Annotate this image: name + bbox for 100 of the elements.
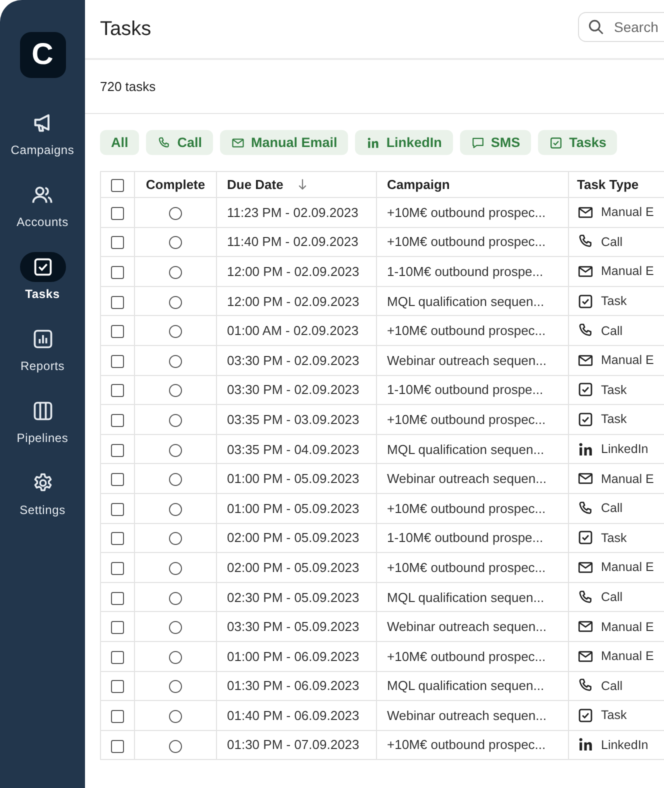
due-date-cell: 03:30 PM - 02.09.2023 [216,345,376,376]
due-date-cell: 01:40 PM - 06.09.2023 [216,700,376,730]
row-checkbox[interactable] [111,206,124,220]
row-checkbox[interactable] [111,650,124,664]
complete-radio[interactable] [169,592,182,605]
sidebar-item[interactable]: Settings [20,468,66,517]
due-date-cell: 01:30 PM - 06.09.2023 [216,671,376,701]
row-checkbox[interactable] [111,473,124,486]
complete-radio[interactable] [169,266,182,280]
complete-radio[interactable] [169,473,182,486]
row-checkbox[interactable] [111,296,124,309]
complete-radio[interactable] [169,325,182,338]
column-header[interactable]: Complete [134,172,216,198]
row-checkbox[interactable] [111,266,124,280]
due-date-cell: 01:00 PM - 05.09.2023 [216,464,376,494]
due-date-cell: 02:30 PM - 05.09.2023 [216,582,376,612]
task-type-text: Manual E [601,472,654,486]
filter-chip[interactable]: SMS [460,130,532,155]
sidebar-item[interactable]: Pipelines [16,396,68,445]
filter-chip[interactable]: Manual Email [220,130,348,155]
task-icon [577,706,594,724]
email-icon [231,136,246,150]
complete-radio[interactable] [169,354,182,368]
campaign-cell: 1-10M€ outbound prospe... [376,375,568,405]
row-checkbox[interactable] [111,621,124,634]
task-type-text: Task [601,412,627,426]
filter-chip[interactable]: All [100,130,140,155]
task-type-text: Call [601,324,623,338]
task-icon [577,381,594,398]
campaign-cell: +10M€ outbound prospec... [376,641,568,671]
row-checkbox[interactable] [111,710,124,723]
checkbox-icon [32,256,54,278]
due-date-cell: 03:35 PM - 03.09.2023 [216,404,376,434]
due-date-cell: 11:40 PM - 02.09.2023 [216,227,376,257]
filter-chip[interactable]: Call [146,130,214,155]
complete-radio[interactable] [169,740,182,753]
complete-radio[interactable] [169,414,182,427]
app-logo[interactable]: C [20,32,66,78]
task-type-text: Manual E [601,353,654,368]
row-checkbox[interactable] [111,325,124,338]
complete-radio[interactable] [169,532,182,546]
due-date-cell: 01:00 PM - 06.09.2023 [216,641,376,671]
due-date-cell: 02:00 PM - 05.09.2023 [216,552,376,582]
linkedin-icon [366,136,380,150]
task-icon [577,529,594,546]
campaign-cell: +10M€ outbound prospec... [376,493,568,524]
campaign-cell: Webinar outreach sequen... [376,700,568,730]
due-date-cell: 01:30 PM - 07.09.2023 [216,730,376,760]
row-checkbox[interactable] [111,384,124,398]
column-header[interactable]: Task Type [568,172,664,198]
task-type-text: Task [601,530,627,545]
campaign-cell: +10M€ outbound prospec... [376,730,568,760]
due-date-cell: 12:00 PM - 02.09.2023 [216,286,376,316]
row-checkbox[interactable] [111,532,124,546]
row-checkbox[interactable] [111,592,124,605]
task-type-text: Manual E [601,620,654,634]
complete-radio[interactable] [169,710,182,723]
row-checkbox[interactable] [111,740,124,753]
search-icon [587,18,605,36]
row-checkbox[interactable] [111,680,124,694]
sidebar-item[interactable]: Accounts [16,180,68,229]
column-header[interactable]: Campaign [376,172,568,198]
sidebar-item[interactable]: Reports [20,324,66,373]
complete-radio[interactable] [169,236,182,250]
select-all-checkbox[interactable] [111,179,124,192]
campaign-cell: Webinar outreach sequen... [376,612,568,642]
campaign-cell: +10M€ outbound prospec... [376,198,568,228]
complete-radio[interactable] [169,444,182,457]
row-checkbox[interactable] [111,354,124,368]
task-type-text: Call [601,501,623,516]
sidebar-item[interactable]: Campaigns [10,108,74,157]
campaign-cell: +10M€ outbound prospec... [376,404,568,434]
due-date-cell: 03:30 PM - 05.09.2023 [216,612,376,642]
call-icon [577,500,594,517]
column-header[interactable]: Due Date [216,172,376,198]
complete-radio[interactable] [169,680,182,694]
task-type-text: Call [601,678,623,693]
complete-radio[interactable] [169,384,182,398]
sms-icon [470,136,485,150]
due-date-cell: 11:23 PM - 02.09.2023 [216,198,376,228]
search-field[interactable]: Search [578,12,664,42]
campaign-cell: MQL qualification sequen... [376,434,568,464]
filter-chip[interactable]: LinkedIn [355,130,453,155]
complete-radio[interactable] [169,562,182,575]
due-date-cell: 01:00 AM - 02.09.2023 [216,316,376,346]
due-date-cell: 02:00 PM - 05.09.2023 [216,523,376,553]
campaign-cell: 1-10M€ outbound prospe... [376,523,568,553]
due-date-cell: 03:35 PM - 04.09.2023 [216,434,376,464]
row-checkbox[interactable] [111,236,124,250]
row-checkbox[interactable] [111,562,124,575]
filter-chip[interactable]: Tasks [538,130,618,155]
row-checkbox[interactable] [111,502,124,516]
complete-radio[interactable] [169,296,182,309]
complete-radio[interactable] [169,502,182,516]
complete-radio[interactable] [169,621,182,634]
campaign-cell: MQL qualification sequen... [376,671,568,701]
row-checkbox[interactable] [111,414,124,427]
row-checkbox[interactable] [111,444,124,457]
complete-radio[interactable] [169,206,182,220]
complete-radio[interactable] [169,650,182,664]
